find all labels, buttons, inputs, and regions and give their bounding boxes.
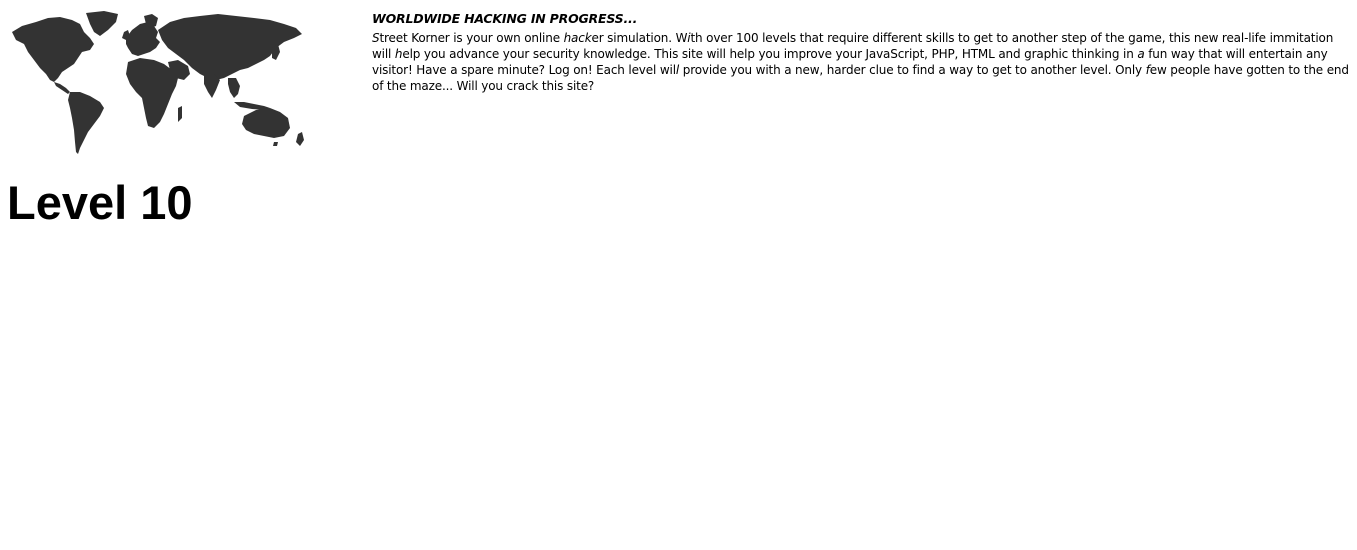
world-map-icon — [12, 11, 304, 154]
intro-text-segment: a — [1137, 47, 1145, 61]
intro-headline: WORLDWIDE HACKING IN PROGRESS... — [372, 11, 638, 26]
intro-body-text: Street Korner is your own online hacker … — [372, 30, 1352, 94]
intro-text-segment: treet Korner is your own online — [379, 31, 564, 45]
intro-text-segment: er simulation. W — [591, 31, 688, 45]
page: WORLDWIDE HACKING IN PROGRESS... Street … — [0, 0, 1357, 550]
intro-text-segment: hack — [563, 31, 592, 45]
intro-section: WORLDWIDE HACKING IN PROGRESS... Street … — [372, 11, 1352, 94]
intro-text-segment: provide you with a new, harder clue to f… — [679, 63, 1146, 77]
world-map-image — [8, 8, 308, 158]
level-title: Level 10 — [7, 176, 193, 229]
intro-text-segment: elp you advance your security knowledge.… — [402, 47, 1138, 61]
